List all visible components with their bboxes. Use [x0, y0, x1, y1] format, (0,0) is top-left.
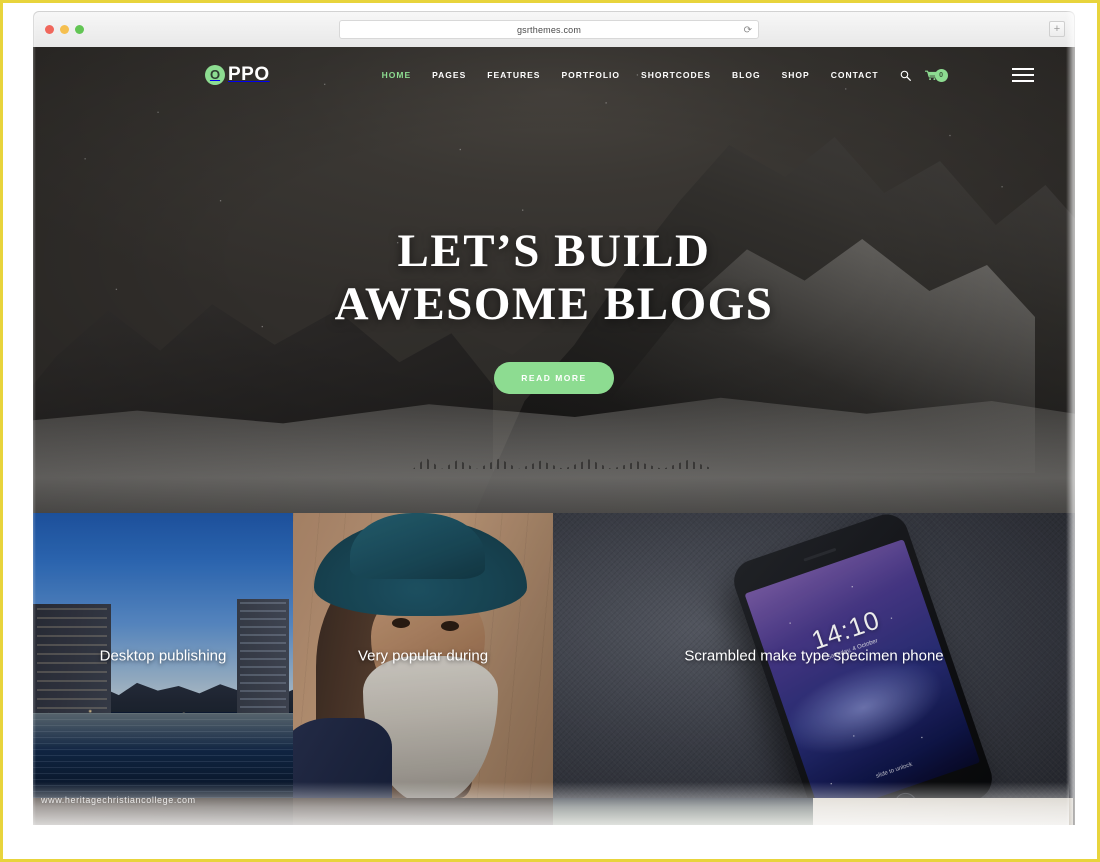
nav-item-contact[interactable]: CONTACT — [831, 70, 879, 80]
green-landscape-image — [553, 798, 813, 825]
nav-item-blog[interactable]: BLOG — [732, 70, 761, 80]
hamburger-icon[interactable] — [1011, 68, 1034, 82]
hero-headline-line-2: AWESOME BLOGS — [334, 277, 774, 330]
card-caption: Desktop publishing — [99, 647, 227, 664]
nav-item-shortcodes[interactable]: SHORTCODES — [641, 70, 711, 80]
nav-item-pages[interactable]: PAGES — [432, 70, 466, 80]
read-more-button[interactable]: READ MORE — [494, 362, 614, 395]
primary-nav: HOME PAGES FEATURES PORTFOLIO SHORTCODES… — [382, 70, 879, 80]
site-navbar: O PPO HOME PAGES FEATURES PORTFOLIO SHOR… — [33, 47, 1075, 103]
window-traffic-lights[interactable] — [45, 25, 84, 34]
card-grid: Desktop publishing Very popular during 1… — [33, 513, 1075, 825]
logo-text: PPO — [228, 64, 270, 85]
card-caption: Scrambled make type specimen phone — [684, 647, 944, 664]
close-window-button[interactable] — [45, 25, 54, 34]
new-tab-button[interactable]: + — [1049, 21, 1065, 37]
search-icon[interactable] — [900, 70, 911, 81]
cart-button[interactable]: 0 — [924, 68, 948, 82]
dark-texture-image — [293, 798, 553, 825]
zoom-window-button[interactable] — [75, 25, 84, 34]
card-desktop-publishing[interactable]: Desktop publishing — [33, 513, 293, 798]
hero-headline-line-1: LET’S BUILD — [397, 225, 711, 277]
card-scrambled-make-type-specimen-phone[interactable]: 14:10 Saturday, 4 October slide to unloc… — [553, 513, 1075, 798]
browser-chrome: gsrthemes.com ⟳ + — [33, 11, 1075, 47]
nav-tools: 0 — [900, 68, 948, 82]
nav-item-shop[interactable]: SHOP — [782, 70, 810, 80]
nav-item-home[interactable]: HOME — [382, 70, 412, 80]
reload-icon[interactable]: ⟳ — [744, 24, 752, 37]
hero-section: O PPO HOME PAGES FEATURES PORTFOLIO SHOR… — [33, 47, 1075, 513]
card-very-popular-during[interactable]: Very popular during — [293, 513, 553, 798]
minimize-window-button[interactable] — [60, 25, 69, 34]
left-fade-overlay — [6, 6, 36, 856]
hero-copy: LET’S BUILD AWESOME BLOGS READ MORE — [33, 225, 1075, 395]
address-bar[interactable]: gsrthemes.com ⟳ — [339, 20, 759, 39]
hero-headline: LET’S BUILD AWESOME BLOGS — [33, 225, 1075, 330]
hamburger-line — [1011, 74, 1034, 76]
nav-item-features[interactable]: FEATURES — [487, 70, 540, 80]
cart-count-badge: 0 — [934, 68, 948, 82]
screenshot-canvas: gsrthemes.com ⟳ + O PPO HOME PAGES FEATU… — [0, 0, 1100, 862]
hamburger-line — [1011, 80, 1034, 82]
nav-item-portfolio[interactable]: PORTFOLIO — [561, 70, 620, 80]
hamburger-line — [1011, 68, 1034, 70]
card-caption: Very popular during — [357, 647, 489, 664]
site-logo[interactable]: O PPO — [205, 64, 270, 86]
page-viewport: O PPO HOME PAGES FEATURES PORTFOLIO SHOR… — [33, 47, 1075, 825]
card-row2-field[interactable] — [293, 798, 553, 825]
card-row2-landscape[interactable] — [553, 798, 813, 825]
card-row2-plain[interactable] — [813, 798, 1073, 825]
url-text: gsrthemes.com — [516, 24, 582, 35]
logo-mark-icon: O — [205, 65, 225, 85]
plain-light-image — [813, 798, 1073, 825]
watermark-text: www.heritagechristiancollege.com — [41, 795, 196, 805]
